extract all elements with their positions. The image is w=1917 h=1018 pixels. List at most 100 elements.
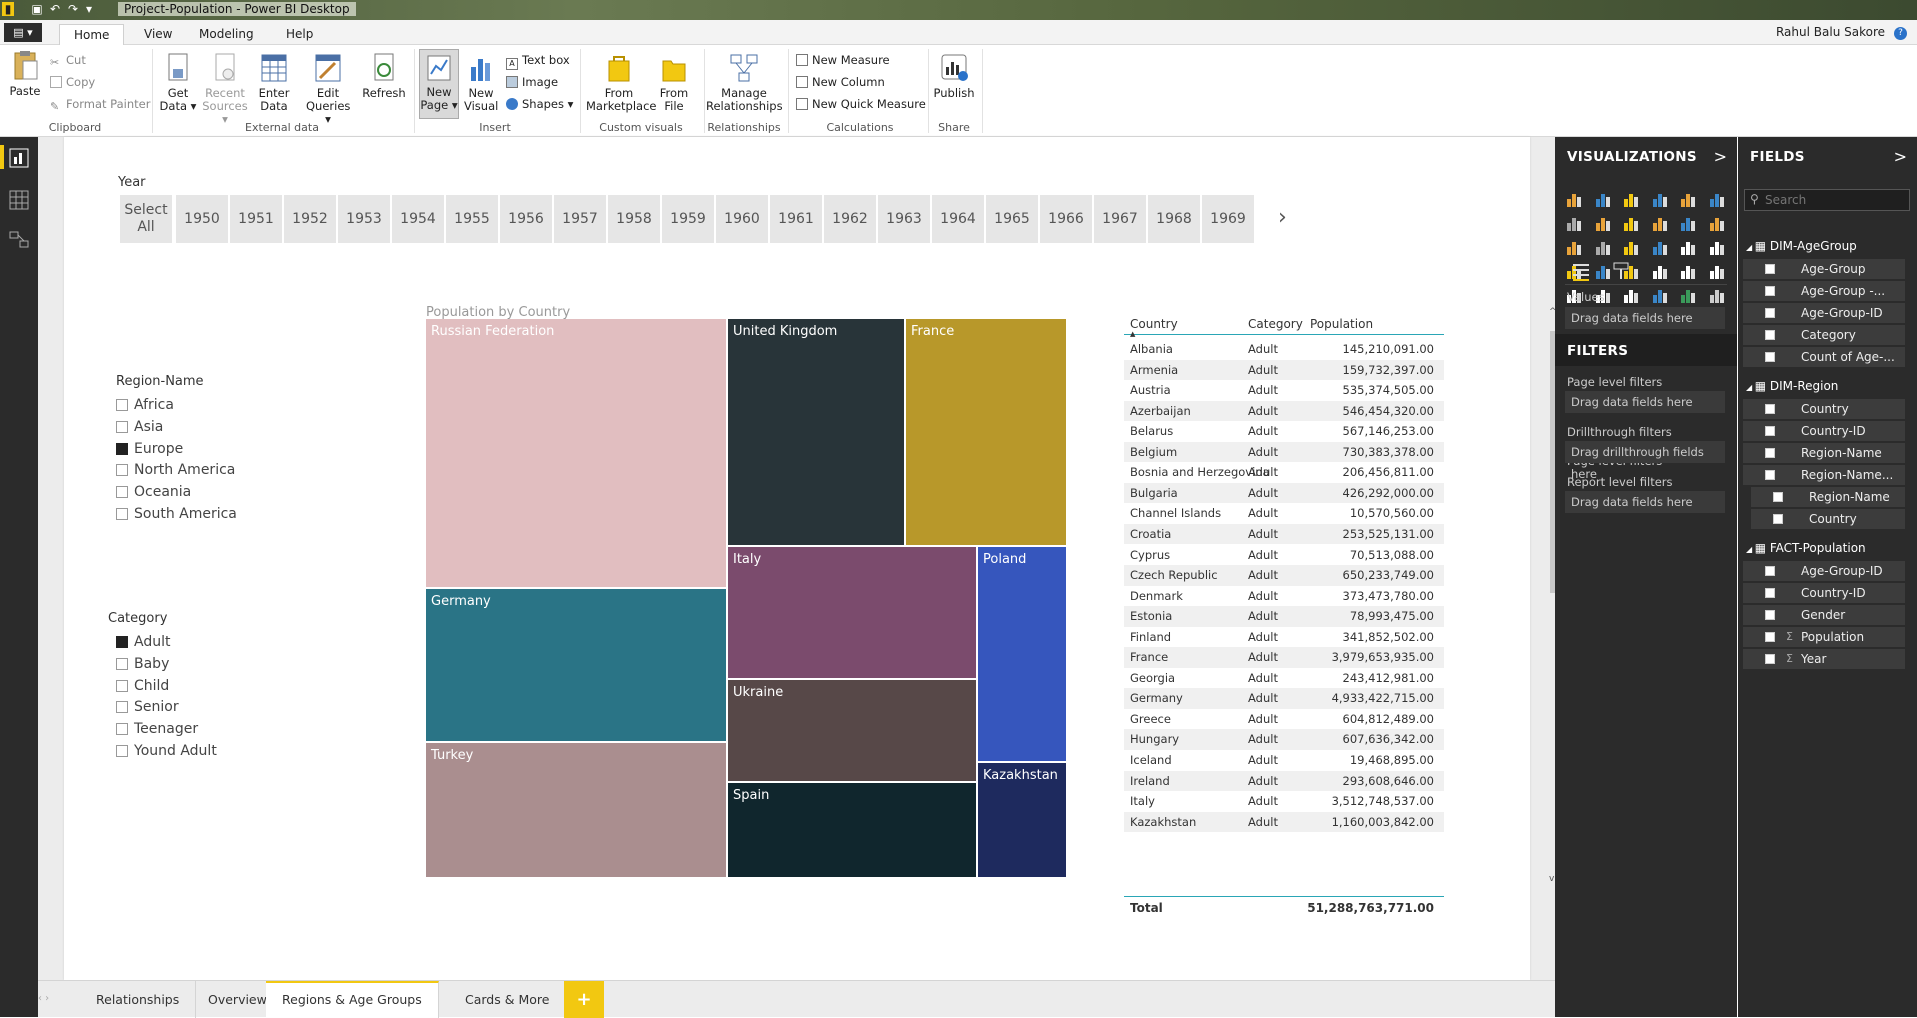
slicer-option[interactable]: Yound Adult: [116, 741, 217, 761]
field-item[interactable]: Age-Group-ID: [1743, 303, 1905, 323]
slicer-option[interactable]: Child: [116, 676, 169, 696]
slicer-option[interactable]: Africa: [116, 395, 174, 415]
field-checkbox[interactable]: [1765, 404, 1775, 414]
copy-button[interactable]: Copy: [50, 73, 95, 91]
year-button[interactable]: 1955: [446, 195, 498, 243]
format-paint-roller-icon[interactable]: [1611, 261, 1631, 281]
checkbox-icon[interactable]: [116, 508, 128, 520]
field-table[interactable]: ◢ ▦ DIM-Region: [1746, 375, 1838, 397]
year-button[interactable]: 1953: [338, 195, 390, 243]
new-measure-button[interactable]: New Measure: [796, 51, 890, 69]
tab-help[interactable]: Help: [272, 24, 327, 45]
table-row[interactable]: Hungary Adult 607,636,342.00: [1124, 729, 1444, 750]
stacked-area-icon[interactable]: [1622, 214, 1640, 232]
table-row[interactable]: Bulgaria Adult 426,292,000.00: [1124, 482, 1444, 504]
new-page-button[interactable]: New Page ▾: [419, 49, 459, 119]
table-row[interactable]: Estonia Adult 78,993,475.00: [1124, 606, 1444, 627]
tab-home[interactable]: Home: [59, 24, 125, 45]
year-button[interactable]: 1963: [878, 195, 930, 243]
treemap-tile[interactable]: Italy: [728, 547, 978, 680]
text-box-button[interactable]: A Text box: [506, 51, 570, 70]
line-column-icon[interactable]: [1651, 214, 1669, 232]
expand-arrow-icon[interactable]: ◢: [1746, 545, 1755, 554]
r-visual-icon[interactable]: [1651, 286, 1669, 304]
checkbox-icon[interactable]: [116, 464, 128, 477]
100-column-icon[interactable]: [1708, 190, 1726, 208]
year-button[interactable]: 1969: [1202, 195, 1254, 243]
from-marketplace-button[interactable]: From Marketplace: [586, 53, 656, 113]
collapse-fields-icon[interactable]: >: [1894, 147, 1907, 166]
stacked-bar-icon[interactable]: [1565, 190, 1583, 208]
matrix-icon[interactable]: [1622, 286, 1640, 304]
field-item[interactable]: Region-Name...: [1743, 465, 1905, 485]
page-tab[interactable]: Regions & Age Groups: [266, 981, 439, 1018]
field-item[interactable]: Category: [1743, 325, 1905, 345]
checkbox-icon[interactable]: [116, 486, 128, 499]
field-checkbox[interactable]: [1765, 330, 1775, 340]
slicer-option[interactable]: Asia: [116, 417, 163, 437]
slicer-option[interactable]: North America: [116, 460, 235, 480]
field-item[interactable]: Country-ID: [1743, 583, 1905, 603]
year-button[interactable]: 1956: [500, 195, 552, 243]
year-button[interactable]: 1951: [230, 195, 282, 243]
field-checkbox[interactable]: [1765, 654, 1775, 664]
donut-icon[interactable]: [1651, 238, 1669, 256]
slicer-option[interactable]: Teenager: [116, 719, 198, 739]
year-button[interactable]: 1962: [824, 195, 876, 243]
year-button[interactable]: 1954: [392, 195, 444, 243]
help-icon[interactable]: ?: [1894, 27, 1907, 40]
year-button[interactable]: 1958: [608, 195, 660, 243]
recent-sources-button[interactable]: Recent Sources ▾: [200, 53, 250, 126]
slicer-option[interactable]: Baby: [116, 654, 169, 674]
treemap-tile[interactable]: France: [906, 319, 1068, 547]
year-button[interactable]: 1961: [770, 195, 822, 243]
field-checkbox[interactable]: [1765, 264, 1775, 274]
field-checkbox[interactable]: [1765, 426, 1775, 436]
values-drop-well[interactable]: Drag data fields here: [1565, 307, 1725, 329]
table-row[interactable]: Austria Adult 535,374,505.00: [1124, 380, 1444, 401]
slicer-option[interactable]: Adult: [116, 632, 170, 652]
slicer-option[interactable]: Oceania: [116, 482, 191, 502]
treemap-tile[interactable]: Turkey: [426, 743, 728, 879]
field-checkbox[interactable]: [1765, 566, 1775, 576]
customize-toolbar-icon[interactable]: ▾: [82, 2, 96, 16]
table-row[interactable]: Azerbaijan Adult 546,454,320.00: [1124, 400, 1444, 422]
line-clustered-icon[interactable]: [1679, 214, 1697, 232]
checkbox-icon[interactable]: [116, 679, 128, 692]
table-row[interactable]: Denmark Adult 373,473,780.00: [1124, 586, 1444, 607]
expand-arrow-icon[interactable]: ◢: [1746, 243, 1755, 252]
clustered-bar-icon[interactable]: [1622, 190, 1640, 208]
field-item[interactable]: Region-Name: [1743, 443, 1905, 463]
add-page-button[interactable]: +: [564, 981, 604, 1018]
checkbox-icon[interactable]: [116, 723, 128, 736]
field-item[interactable]: Σ Year: [1743, 649, 1905, 669]
field-item[interactable]: Age-Group -...: [1743, 281, 1905, 301]
treemap-tile[interactable]: Russian Federation: [426, 319, 728, 589]
fields-well-icon[interactable]: [1571, 261, 1591, 281]
table-row[interactable]: Albania Adult 145,210,091.00: [1124, 339, 1444, 360]
header-population[interactable]: Population: [1310, 313, 1373, 335]
paste-button[interactable]: Paste: [8, 49, 42, 98]
treemap-tile[interactable]: Ukraine: [728, 680, 978, 783]
enter-data-button[interactable]: Enter Data: [256, 53, 292, 113]
cut-button[interactable]: ✂ Cut: [50, 51, 86, 69]
field-item[interactable]: Count of Age-...: [1743, 347, 1905, 367]
manage-relationships-button[interactable]: Manage Relationships: [706, 53, 783, 113]
get-data-button[interactable]: Get Data ▾: [158, 53, 198, 113]
treemap-tile[interactable]: Kazakhstan: [978, 763, 1068, 879]
area-chart-icon[interactable]: [1594, 214, 1612, 232]
line-chart-icon[interactable]: [1565, 214, 1583, 232]
year-button[interactable]: 1966: [1040, 195, 1092, 243]
table-row[interactable]: Ireland Adult 293,608,646.00: [1124, 770, 1444, 792]
table-row[interactable]: France Adult 3,979,653,935.00: [1124, 647, 1444, 668]
scroll-down-icon[interactable]: v: [1549, 874, 1554, 884]
undo-icon[interactable]: ↶: [48, 2, 62, 16]
table-row[interactable]: Kazakhstan Adult 1,160,003,842.00: [1124, 811, 1444, 833]
field-item[interactable]: Country: [1743, 399, 1905, 419]
from-file-button[interactable]: From File: [656, 53, 692, 113]
table-row[interactable]: Bosnia and Herzegovina Adult 206,456,811.0…: [1124, 462, 1444, 483]
table-row[interactable]: Greece Adult 604,812,489.00: [1124, 709, 1444, 730]
treemap-tile[interactable]: United Kingdom: [728, 319, 906, 547]
checkbox-icon[interactable]: [116, 442, 128, 455]
treemap-tile[interactable]: Germany: [426, 589, 728, 743]
